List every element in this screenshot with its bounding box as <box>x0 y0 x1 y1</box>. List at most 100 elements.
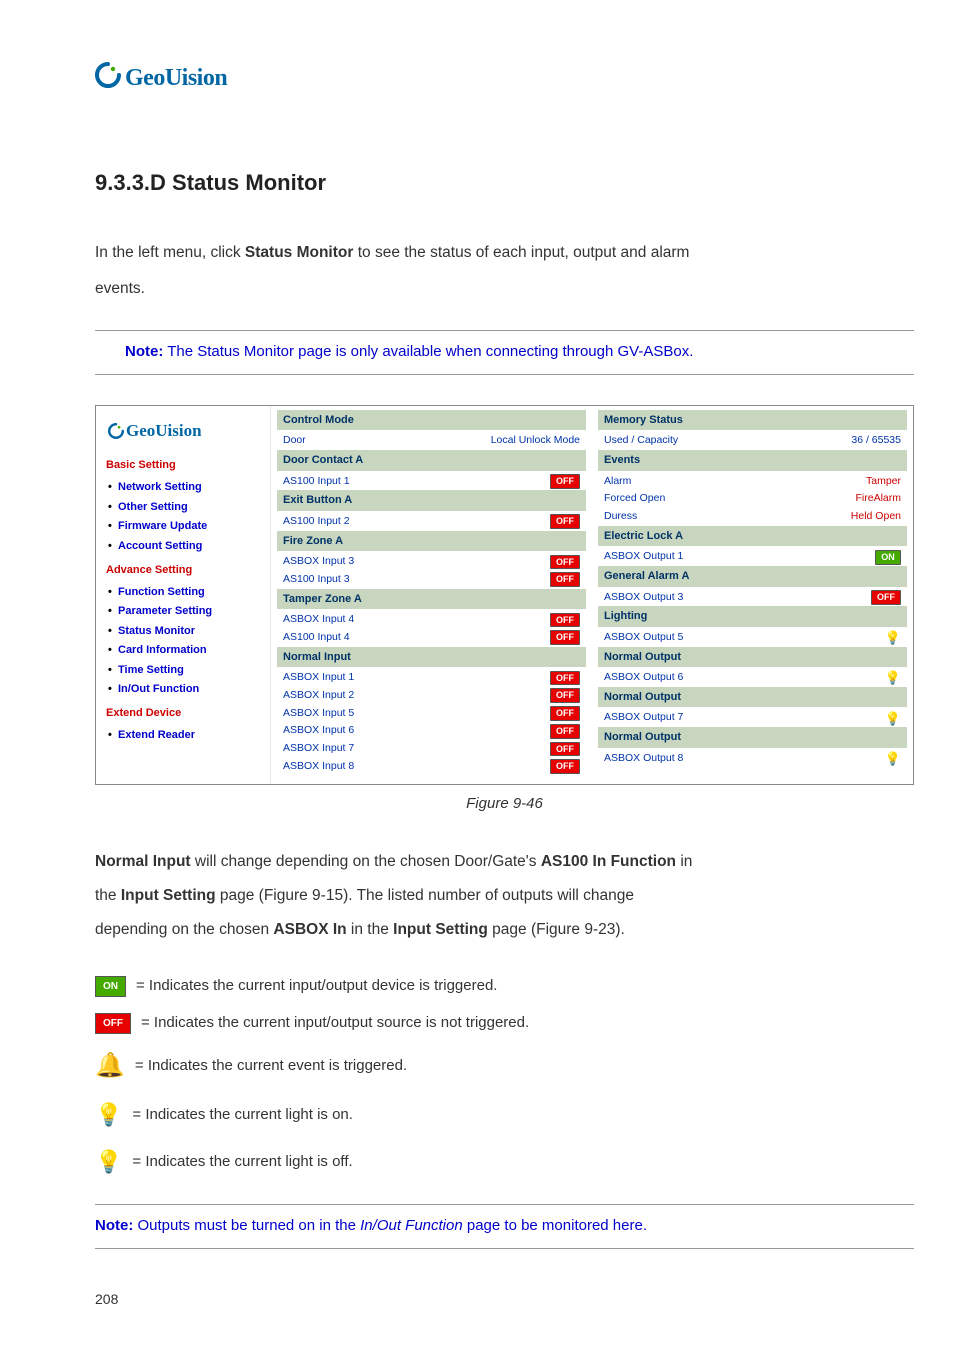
legend-alarm-text: = Indicates the current event is trigger… <box>135 1055 407 1078</box>
sidebar-item-extend-reader[interactable]: Extend Reader <box>106 726 262 746</box>
label: AS100 Input 3 <box>283 572 350 588</box>
p2-b4: ASBOX In <box>273 921 346 938</box>
bulb-on-icon: 💡 <box>885 671 901 684</box>
sidebar-cat-extend: Extend Device <box>106 705 262 722</box>
row-asbox-input1: ASBOX Input 1OFF <box>277 669 586 687</box>
row-asbox-output8: ASBOX Output 8 💡 <box>598 750 907 768</box>
sidebar-item-firmware-update[interactable]: Firmware Update <box>106 517 262 537</box>
legend-on: ON = Indicates the current input/output … <box>95 975 914 998</box>
hdr-lighting: Lighting <box>598 606 907 627</box>
label: ASBOX Input 2 <box>283 688 354 704</box>
screenshot-content: Control Mode DoorLocal Unlock Mode Door … <box>271 406 913 784</box>
bulb-on-icon: 💡 <box>885 631 901 644</box>
p2-t1d: in <box>676 853 692 870</box>
sidebar-item-other-setting[interactable]: Other Setting <box>106 497 262 517</box>
label: ASBOX Input 6 <box>283 723 354 739</box>
status-left-column: Control Mode DoorLocal Unlock Mode Door … <box>271 406 592 784</box>
hdr-control-mode: Control Mode <box>277 410 586 431</box>
label: Used / Capacity <box>604 433 678 449</box>
label: Forced Open <box>604 491 665 507</box>
off-badge: OFF <box>550 572 580 587</box>
brand-logo: GeoUision <box>95 60 914 96</box>
off-badge: OFF <box>550 742 580 757</box>
value: 36 / 65535 <box>851 433 901 449</box>
row-asbox-output3: ASBOX Output 3OFF <box>598 589 907 607</box>
label: ASBOX Input 1 <box>283 670 354 686</box>
off-badge: OFF <box>550 514 580 529</box>
note-box-1: Note: The Status Monitor page is only av… <box>95 330 914 375</box>
hdr-memory-status: Memory Status <box>598 410 907 431</box>
note1-label: Note: <box>125 343 163 360</box>
p2-t1: will change depending on the chosen Door… <box>191 853 541 870</box>
label: AS100 Input 4 <box>283 630 350 646</box>
legend-bulb-off-text: = Indicates the current light is off. <box>132 1151 352 1174</box>
section-title: 9.3.3.D Status Monitor <box>95 166 914 199</box>
row-as100-input4: AS100 Input 4OFF <box>277 629 586 647</box>
off-badge: OFF <box>550 759 580 774</box>
note2-em: In/Out Function <box>360 1217 463 1234</box>
sidebar-item-network-setting[interactable]: Network Setting <box>106 478 262 498</box>
sidebar-item-inout-function[interactable]: In/Out Function <box>106 680 262 700</box>
row-asbox-input2: ASBOX Input 2 OFF <box>277 687 586 705</box>
sidebar-item-time-setting[interactable]: Time Setting <box>106 660 262 680</box>
label: ASBOX Output 6 <box>604 670 683 686</box>
sidebar-item-card-information[interactable]: Card Information <box>106 641 262 661</box>
label: AS100 Input 1 <box>283 474 350 490</box>
brand-name: GeoUision <box>125 60 227 96</box>
note2-t1: Outputs must be turned on in the <box>133 1217 360 1234</box>
row-as100-input2: AS100 Input 2 OFF <box>277 513 586 531</box>
label: Alarm <box>604 474 631 490</box>
off-badge: OFF <box>550 555 580 570</box>
row-capacity: Used / Capacity 36 / 65535 <box>598 432 907 450</box>
off-badge: OFF <box>550 688 580 703</box>
bulb-on-icon: 💡 <box>885 752 901 765</box>
row-ev-duress: DuressHeld Open <box>598 508 907 526</box>
hdr-tamper-zone-a: Tamper Zone A <box>277 589 586 610</box>
note2-label: Note: <box>95 1217 133 1234</box>
label: ASBOX Input 7 <box>283 741 354 757</box>
row-asbox-input5: ASBOX Input 5OFF <box>277 705 586 723</box>
paragraph-2: Normal Input will change depending on th… <box>95 845 914 947</box>
label: ASBOX Output 8 <box>604 751 683 767</box>
legend-alarm: 🔔 = Indicates the current event is trigg… <box>95 1048 914 1084</box>
status-right-column: Memory Status Used / Capacity36 / 65535 … <box>592 406 913 784</box>
hdr-general-alarm-a: General Alarm A <box>598 566 907 587</box>
hdr-normal-output-8: Normal Output <box>598 727 907 748</box>
sidebar-item-parameter-setting[interactable]: Parameter Setting <box>106 602 262 622</box>
status-monitor-screenshot: GeoUision Basic Setting Network Setting … <box>95 405 914 785</box>
legend-on-text: = Indicates the current input/output dev… <box>136 975 497 998</box>
row-asbox-input7: ASBOX Input 7 OFF <box>277 740 586 758</box>
sidebar-item-status-monitor[interactable]: Status Monitor <box>106 621 262 641</box>
off-badge: OFF <box>550 613 580 628</box>
p2-b1: Normal Input <box>95 853 191 870</box>
label: ASBOX Output 1 <box>604 549 683 565</box>
legend-off-text: = Indicates the current input/output sou… <box>141 1012 529 1035</box>
row-asbox-output5: ASBOX Output 5 💡 <box>598 629 907 647</box>
sidebar-item-account-setting[interactable]: Account Setting <box>106 536 262 556</box>
label: AS100 Input 2 <box>283 514 350 530</box>
hdr-normal-output-7: Normal Output <box>598 687 907 708</box>
row-asbox-input4: ASBOX Input 4OFF <box>277 611 586 629</box>
row-asbox-output7: ASBOX Output 7 💡 <box>598 709 907 727</box>
value: Held Open <box>851 509 901 525</box>
value: Tamper <box>866 474 901 490</box>
page-number: 208 <box>95 1289 914 1310</box>
bulb-off-icon: 💡 <box>95 1145 122 1178</box>
bulb-on-icon: 💡 <box>885 712 901 725</box>
hdr-door-contact-a: Door Contact A <box>277 450 586 471</box>
sidebar-item-function-setting[interactable]: Function Setting <box>106 582 262 602</box>
row-as100-input1: AS100 Input 1OFF <box>277 473 586 491</box>
intro-paragraph: In the left menu, click Status Monitor t… <box>95 235 914 306</box>
intro-text-3: events. <box>95 280 145 297</box>
label: ASBOX Output 5 <box>604 630 683 646</box>
p2-t3c: in the <box>347 921 394 938</box>
row-asbox-output6: ASBOX Output 6 💡 <box>598 669 907 687</box>
row-ev-alarm: Alarm Tamper <box>598 473 907 491</box>
intro-text-2: to see the status of each input, output … <box>353 244 689 261</box>
label: ASBOX Output 7 <box>604 710 683 726</box>
p2-t2c: page (Figure 9-15). The listed number of… <box>216 887 634 904</box>
p2-b5: Input Setting <box>393 921 488 938</box>
p2-b2: AS100 In Function <box>541 853 676 870</box>
value: FireAlarm <box>855 491 901 507</box>
hdr-electric-lock-a: Electric Lock A <box>598 526 907 547</box>
